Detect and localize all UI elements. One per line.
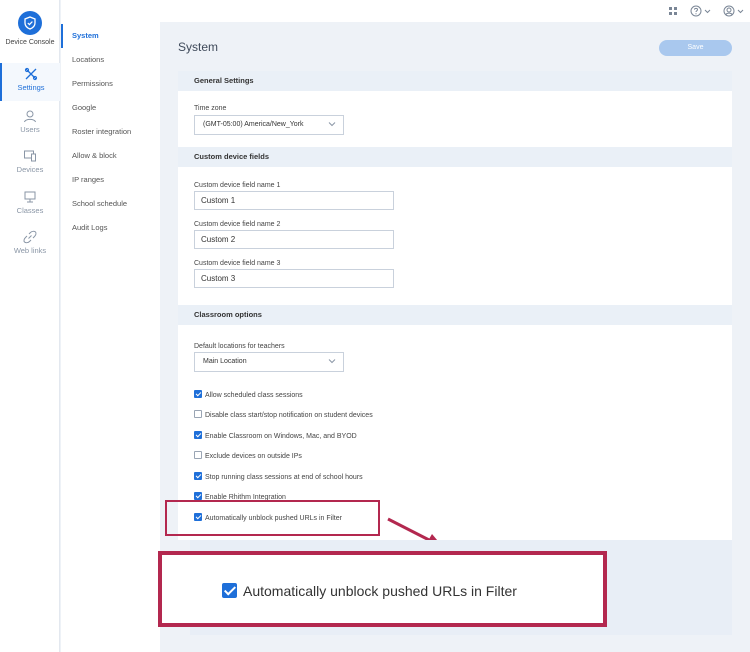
general-settings-heading: General Settings xyxy=(178,71,732,91)
chevron-down-icon xyxy=(328,359,336,364)
custom-field-2-label: Custom device field name 2 xyxy=(194,221,281,228)
custom-field-3-label: Custom device field name 3 xyxy=(194,260,281,267)
subnav-item-ip-ranges[interactable]: IP ranges xyxy=(61,168,160,192)
account-icon[interactable] xyxy=(723,5,735,17)
subnav-item-school-schedule[interactable]: School schedule xyxy=(61,192,160,216)
top-bar xyxy=(61,0,750,22)
save-button[interactable]: Save xyxy=(659,40,732,56)
option-label: Exclude devices on outside IPs xyxy=(205,453,302,460)
default-location-value: Main Location xyxy=(203,358,247,365)
chevron-down-icon xyxy=(328,122,336,127)
settings-subnav: System Locations Permissions Google Rost… xyxy=(61,22,160,652)
option-enable-classroom[interactable]: Enable Classroom on Windows, Mac, and BY… xyxy=(194,431,357,443)
option-label: Disable class start/stop notification on… xyxy=(205,412,373,419)
default-location-select[interactable]: Main Location xyxy=(194,352,344,372)
page-title: System xyxy=(178,40,219,54)
option-exclude-outside-ips[interactable]: Exclude devices on outside IPs xyxy=(194,451,302,463)
checkbox-checked[interactable] xyxy=(194,492,202,500)
checkbox-unchecked[interactable] xyxy=(194,410,202,418)
rail-item-devices[interactable]: Devices xyxy=(0,145,60,183)
help-icon[interactable] xyxy=(690,5,702,17)
checkbox-unchecked[interactable] xyxy=(194,451,202,459)
subnav-item-locations[interactable]: Locations xyxy=(61,48,160,72)
devices-icon xyxy=(24,150,36,162)
apps-grid-icon[interactable] xyxy=(667,5,679,17)
checkbox-checked[interactable] xyxy=(194,390,202,398)
zoom-label: Automatically unblock pushed URLs in Fil… xyxy=(243,583,517,599)
left-rail: Device Console Settings Users Devices Cl… xyxy=(0,0,60,652)
rail-item-settings[interactable]: Settings xyxy=(0,63,60,101)
custom-fields-heading: Custom device fields xyxy=(178,147,732,167)
zoom-option-unblock-urls: Automatically unblock pushed URLs in Fil… xyxy=(222,583,517,599)
option-stop-sessions[interactable]: Stop running class sessions at end of sc… xyxy=(194,472,363,484)
subnav-item-system[interactable]: System xyxy=(61,24,160,48)
app-name: Device Console xyxy=(5,39,55,46)
rail-label-settings: Settings xyxy=(17,83,45,92)
custom-field-1-label: Custom device field name 1 xyxy=(194,182,281,189)
option-label: Allow scheduled class sessions xyxy=(205,392,303,399)
timezone-label: Time zone xyxy=(194,105,227,112)
custom-field-3-input[interactable]: Custom 3 xyxy=(194,269,394,288)
zoom-checkbox-checked xyxy=(222,583,237,598)
highlight-box xyxy=(165,500,380,536)
custom-field-1-input[interactable]: Custom 1 xyxy=(194,191,394,210)
rail-label-web-links: Web links xyxy=(13,246,47,255)
option-disable-notification[interactable]: Disable class start/stop notification on… xyxy=(194,410,373,422)
option-label: Stop running class sessions at end of sc… xyxy=(205,474,363,481)
subnav-item-google[interactable]: Google xyxy=(61,96,160,120)
default-location-label: Default locations for teachers xyxy=(194,343,285,350)
option-allow-scheduled[interactable]: Allow scheduled class sessions xyxy=(194,390,303,402)
rail-label-users: Users xyxy=(20,125,40,134)
user-icon xyxy=(24,110,36,123)
classroom-options-heading: Classroom options xyxy=(178,305,732,325)
rail-label-classes: Classes xyxy=(16,206,44,215)
rail-label-devices: Devices xyxy=(16,165,44,174)
custom-field-2-input[interactable]: Custom 2 xyxy=(194,230,394,249)
shield-logo-icon[interactable] xyxy=(18,11,42,35)
subnav-item-allow-block[interactable]: Allow & block xyxy=(61,144,160,168)
rail-item-users[interactable]: Users xyxy=(0,105,60,143)
timezone-value: (GMT-05:00) America/New_York xyxy=(203,121,304,128)
rail-item-classes[interactable]: Classes xyxy=(0,186,60,224)
option-label: Enable Classroom on Windows, Mac, and BY… xyxy=(205,433,357,440)
subnav-item-roster-integration[interactable]: Roster integration xyxy=(61,120,160,144)
rail-item-web-links[interactable]: Web links xyxy=(0,226,60,264)
timezone-select[interactable]: (GMT-05:00) America/New_York xyxy=(194,115,344,135)
checkbox-checked[interactable] xyxy=(194,431,202,439)
settings-icon xyxy=(24,67,38,81)
subnav-item-audit-logs[interactable]: Audit Logs xyxy=(61,216,160,240)
account-chevron-down-icon[interactable] xyxy=(737,5,744,17)
subnav-item-permissions[interactable]: Permissions xyxy=(61,72,160,96)
link-icon xyxy=(23,230,37,244)
help-chevron-down-icon[interactable] xyxy=(704,5,711,17)
classes-icon xyxy=(24,191,36,203)
checkbox-checked[interactable] xyxy=(194,472,202,480)
